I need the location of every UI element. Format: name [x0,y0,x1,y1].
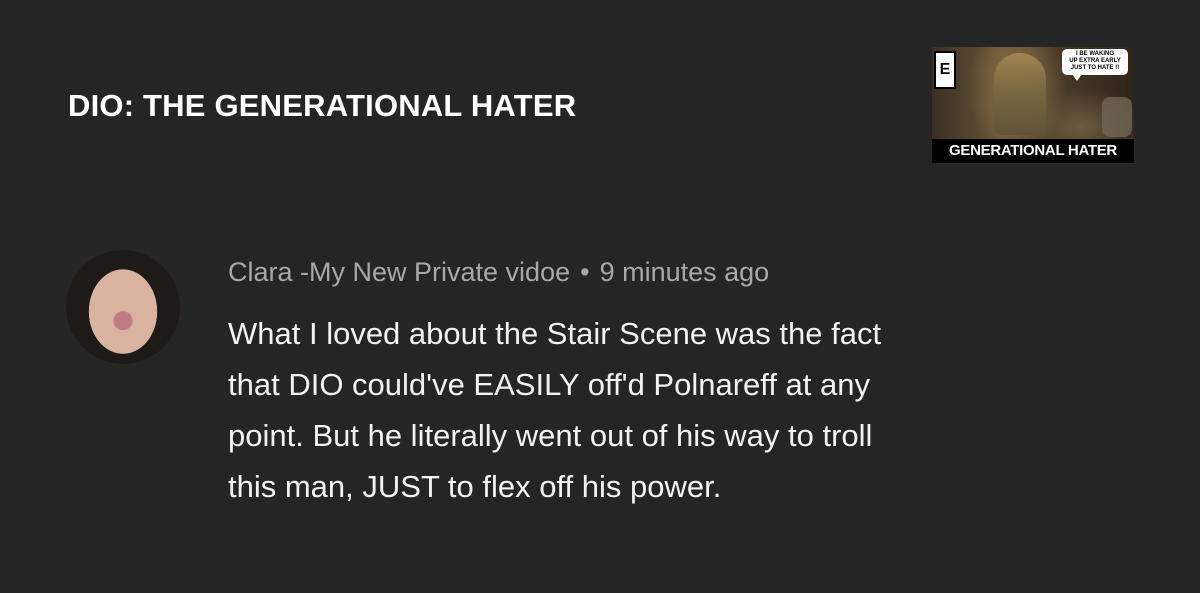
thumbnail-caption: GENERATIONAL HATER [932,139,1134,163]
comment-meta: Clara -My New Private vidoe • 9 minutes ag… [228,252,769,292]
comment-author[interactable]: Clara -My New Private vidoe [228,257,570,287]
video-title[interactable]: DIO: THE GENERATIONAL HATER [68,86,576,126]
comment-timestamp: 9 minutes ago [599,257,770,287]
comment-line: this man, JUST to flex off his power. [228,469,722,504]
speech-bubble-line: UP EXTRA EARLY [1069,58,1121,64]
esrb-rating-badge: E [934,51,956,89]
comment-line: that DIO could've EASILY off'd Polnareff… [228,367,870,402]
speech-bubble-line: JUST TO HATE !! [1070,65,1120,71]
comment-line: What I loved about the Stair Scene was t… [228,316,882,351]
video-thumbnail[interactable]: E I BE WAKING UP EXTRA EARLY JUST TO HAT… [932,47,1134,163]
speech-bubble-line: I BE WAKING [1075,51,1114,57]
esrb-rating-letter: E [939,61,951,78]
separator-dot: • [580,257,590,287]
thumbnail-character [994,53,1046,135]
avatar[interactable] [66,250,180,364]
comment-body: What I loved about the Stair Scene was t… [228,308,1128,512]
thumbnail-speech-bubble: I BE WAKING UP EXTRA EARLY JUST TO HATE … [1062,49,1128,81]
comment-line: point. But he literally went out of his … [228,418,873,453]
video-header: DIO: THE GENERATIONAL HATER E I BE WAKIN… [0,0,1200,210]
thumbnail-background-figure [1102,97,1132,137]
